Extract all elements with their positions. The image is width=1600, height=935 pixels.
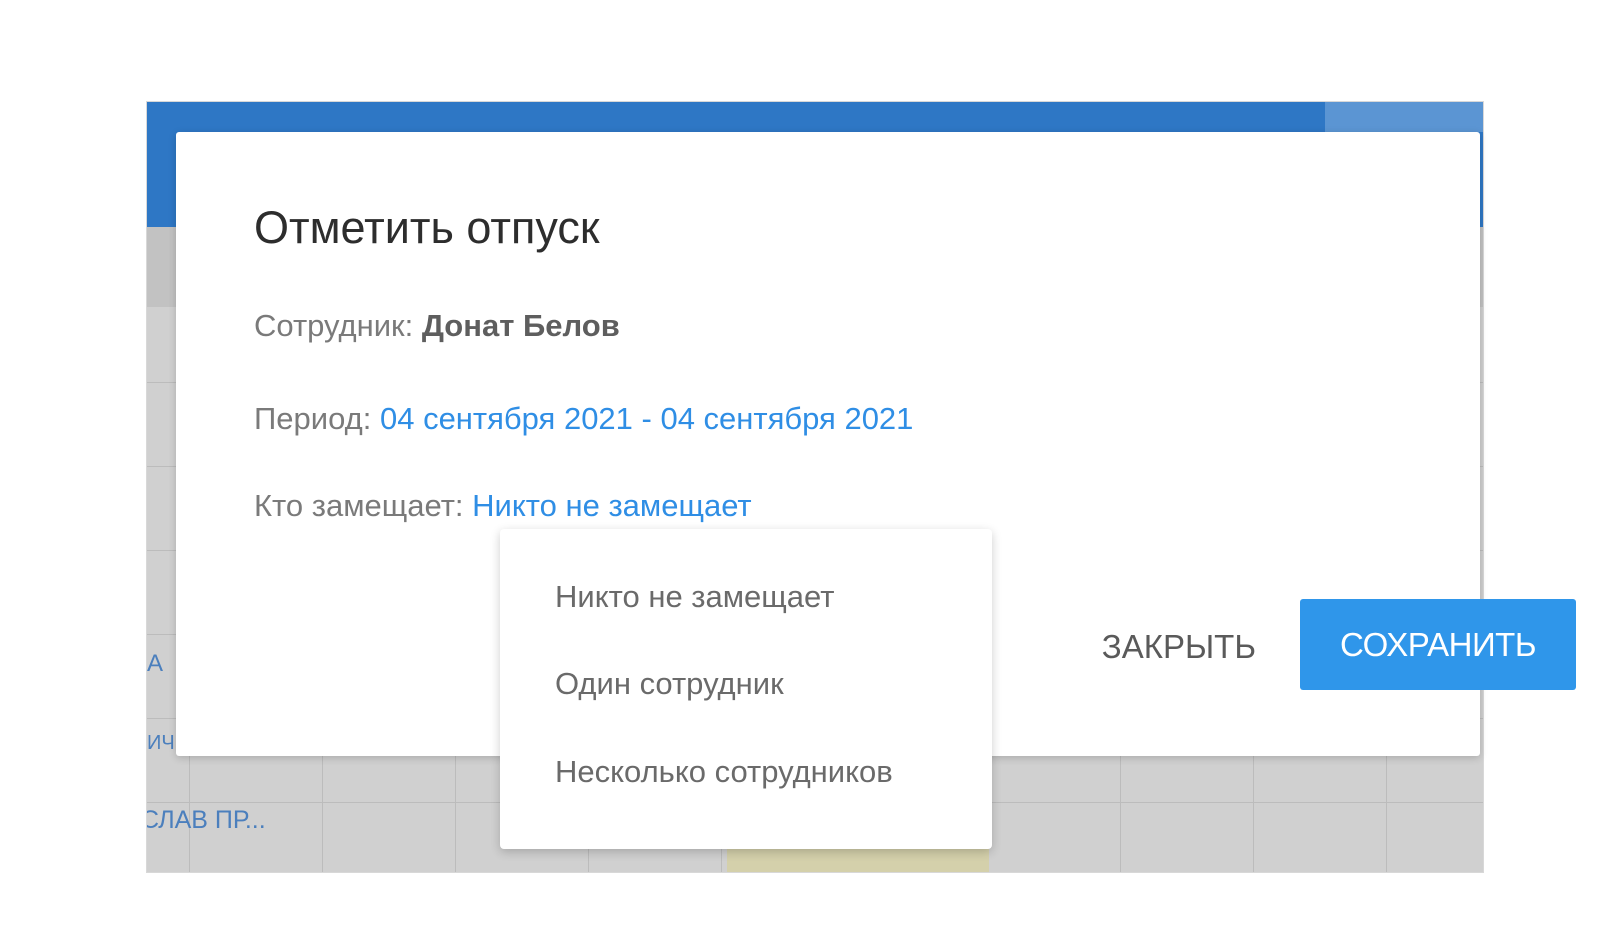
- save-button[interactable]: СОХРАНИТЬ: [1300, 599, 1576, 690]
- dialog-title: Отметить отпуск: [254, 202, 600, 253]
- employee-name: Донат Белов: [421, 308, 620, 343]
- substitute-link[interactable]: Никто не замещает: [472, 488, 751, 523]
- employee-field: Сотрудник: Донат Белов: [254, 308, 620, 344]
- period-label: Период:: [254, 401, 372, 436]
- period-link[interactable]: 04 сентября 2021 - 04 сентября 2021: [380, 401, 913, 436]
- employee-label: Сотрудник:: [254, 308, 414, 343]
- row-label[interactable]: ИЧ: [147, 732, 175, 755]
- row-label[interactable]: А: [147, 650, 163, 678]
- row-label[interactable]: СЛАВ ПР...: [147, 806, 266, 835]
- substitute-field: Кто замещает: Никто не замещает: [254, 488, 752, 524]
- dropdown-option-several-employees[interactable]: Несколько сотрудников: [555, 754, 893, 790]
- close-button[interactable]: ЗАКРЫТЬ: [956, 622, 1256, 672]
- substitute-dropdown: Никто не замещает Один сотрудник Несколь…: [500, 529, 992, 849]
- dropdown-option-one-employee[interactable]: Один сотрудник: [555, 666, 784, 702]
- period-field: Период: 04 сентября 2021 - 04 сентября 2…: [254, 401, 913, 437]
- app-header-right-area: [1325, 102, 1483, 132]
- substitute-label: Кто замещает:: [254, 488, 464, 523]
- dropdown-option-nobody[interactable]: Никто не замещает: [555, 579, 834, 615]
